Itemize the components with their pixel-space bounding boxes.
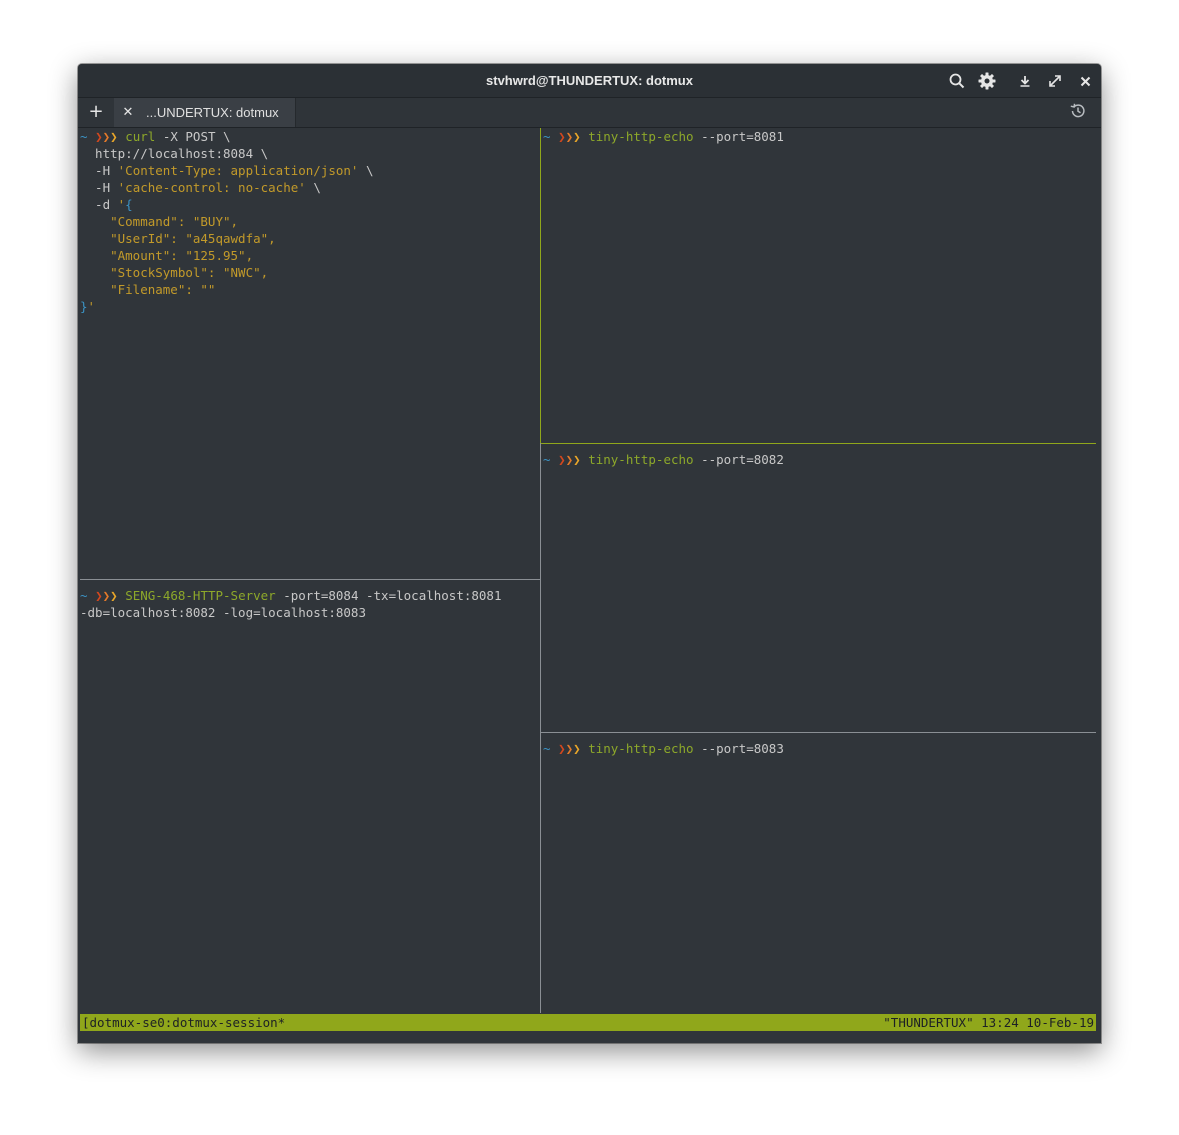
prompt-tilde: ~ xyxy=(80,588,88,603)
command-name: tiny-http-echo xyxy=(588,741,694,756)
flag: -d xyxy=(80,197,118,212)
tab-bar: + ✕ ...UNDERTUX: dotmux xyxy=(78,98,1101,128)
command-args: -X POST \ xyxy=(155,129,231,144)
command-line: http://localhost:8084 \ xyxy=(80,146,269,161)
brace: { xyxy=(125,197,133,212)
host-clock: "THUNDERTUX" 13:24 10-Feb-19 xyxy=(883,1015,1094,1030)
prompt-arrow-icon: ❯ xyxy=(95,129,103,144)
prompt-line: ~ ❯❯❯ SENG-468-HTTP-Server -port=8084 -t… xyxy=(80,587,501,604)
prompt-arrow-icon: ❯ xyxy=(110,129,118,144)
session-name: [dotmux-se0:dotmux-session* xyxy=(82,1015,286,1030)
prompt-line: ~ ❯❯❯ tiny-http-echo --port=8081 xyxy=(543,128,784,145)
pane-divider-horizontal[interactable] xyxy=(541,732,1096,733)
pane-divider-horizontal[interactable] xyxy=(80,579,540,580)
terminal-area[interactable]: ~ ❯❯❯ curl -X POST \ http://localhost:80… xyxy=(78,128,1101,1043)
command-args: --port=8083 xyxy=(693,741,784,756)
pane-divider-active xyxy=(540,128,541,443)
pane-echo-8082[interactable]: ~ ❯❯❯ tiny-http-echo --port=8082 xyxy=(541,451,1101,731)
prompt-arrow-icon: ❯ xyxy=(573,129,581,144)
json-line: "UserId": "a45qawdfa", xyxy=(80,231,276,246)
prompt-arrow-icon: ❯ xyxy=(573,741,581,756)
prompt-arrow-icon: ❯ xyxy=(110,588,118,603)
command-name: tiny-http-echo xyxy=(588,452,694,467)
prompt-line: ~ ❯❯❯ tiny-http-echo --port=8083 xyxy=(543,740,784,757)
search-icon[interactable] xyxy=(946,70,968,92)
string-literal: 'cache-control: no-cache' xyxy=(117,180,306,195)
json-line: "Filename": "" xyxy=(80,282,216,297)
json-line: "Command": "BUY", xyxy=(80,214,239,229)
prompt-arrow-icon: ❯ xyxy=(558,129,566,144)
string-literal: ' xyxy=(87,299,96,314)
command-args: --port=8081 xyxy=(693,129,784,144)
flag: -H xyxy=(80,163,118,178)
maximize-icon[interactable] xyxy=(1044,70,1066,92)
tab-close-icon[interactable]: ✕ xyxy=(120,98,136,127)
prompt-line: ~ ❯❯❯ tiny-http-echo --port=8082 xyxy=(543,451,784,468)
prompt-arrow-icon: ❯ xyxy=(565,741,574,756)
pane-echo-8081[interactable]: ~ ❯❯❯ tiny-http-echo --port=8081 xyxy=(541,128,1101,443)
command-line: -H 'cache-control: no-cache' \ xyxy=(80,179,321,196)
prompt-arrow-icon: ❯ xyxy=(95,588,103,603)
prompt-tilde: ~ xyxy=(543,741,551,756)
command-name: SENG-468-HTTP-Server xyxy=(125,588,276,603)
prompt-line: ~ ❯❯❯ curl -X POST \ xyxy=(80,128,231,145)
prompt-arrow-icon: ❯ xyxy=(573,452,581,467)
prompt-tilde: ~ xyxy=(80,129,88,144)
prompt-arrow-icon: ❯ xyxy=(558,452,566,467)
close-icon[interactable] xyxy=(1074,70,1096,92)
pane-divider-active-horizontal[interactable] xyxy=(541,443,1096,444)
pane-echo-8083[interactable]: ~ ❯❯❯ tiny-http-echo --port=8083 xyxy=(541,740,1101,1012)
line-continuation: \ xyxy=(358,163,374,178)
prompt-arrow-icon: ❯ xyxy=(558,741,566,756)
prompt-arrow-icon: ❯ xyxy=(102,588,111,603)
command-args: --port=8082 xyxy=(693,452,784,467)
pane-server[interactable]: ~ ❯❯❯ SENG-468-HTTP-Server -port=8084 -t… xyxy=(78,587,540,1012)
new-tab-button[interactable]: + xyxy=(86,101,106,123)
tab-label: ...UNDERTUX: dotmux xyxy=(146,105,279,120)
brace: } xyxy=(80,299,88,314)
command-line: }' xyxy=(80,298,95,315)
line-continuation: \ xyxy=(305,180,321,195)
command-line: -d '{ xyxy=(80,196,133,213)
tab-dotmux[interactable]: ✕ ...UNDERTUX: dotmux xyxy=(114,98,296,127)
command-name: curl xyxy=(125,129,156,144)
prompt-tilde: ~ xyxy=(543,129,551,144)
flag: -H xyxy=(80,180,118,195)
gear-icon[interactable] xyxy=(976,70,998,92)
terminal-window: stvhwrd@THUNDERTUX: dotmux + ✕ ...UNDERT… xyxy=(78,64,1101,1043)
prompt-arrow-icon: ❯ xyxy=(102,129,111,144)
json-line: "Amount": "125.95", xyxy=(80,248,254,263)
pane-curl[interactable]: ~ ❯❯❯ curl -X POST \ http://localhost:80… xyxy=(78,128,540,643)
command-line: -db=localhost:8082 -log=localhost:8083 xyxy=(80,605,366,620)
command-name: tiny-http-echo xyxy=(588,129,694,144)
tmux-status-bar: [dotmux-se0:dotmux-session* "THUNDERTUX"… xyxy=(80,1014,1096,1031)
prompt-tilde: ~ xyxy=(543,452,551,467)
history-icon[interactable] xyxy=(1069,102,1089,122)
prompt-arrow-icon: ❯ xyxy=(565,452,574,467)
title-bar[interactable]: stvhwrd@THUNDERTUX: dotmux xyxy=(78,64,1101,98)
string-literal: 'Content-Type: application/json' xyxy=(117,163,359,178)
command-line: -H 'Content-Type: application/json' \ xyxy=(80,162,374,179)
download-icon[interactable] xyxy=(1014,70,1036,92)
command-args: -port=8084 -tx=localhost:8081 xyxy=(275,588,502,603)
json-line: "StockSymbol": "NWC", xyxy=(80,265,269,280)
prompt-arrow-icon: ❯ xyxy=(565,129,574,144)
